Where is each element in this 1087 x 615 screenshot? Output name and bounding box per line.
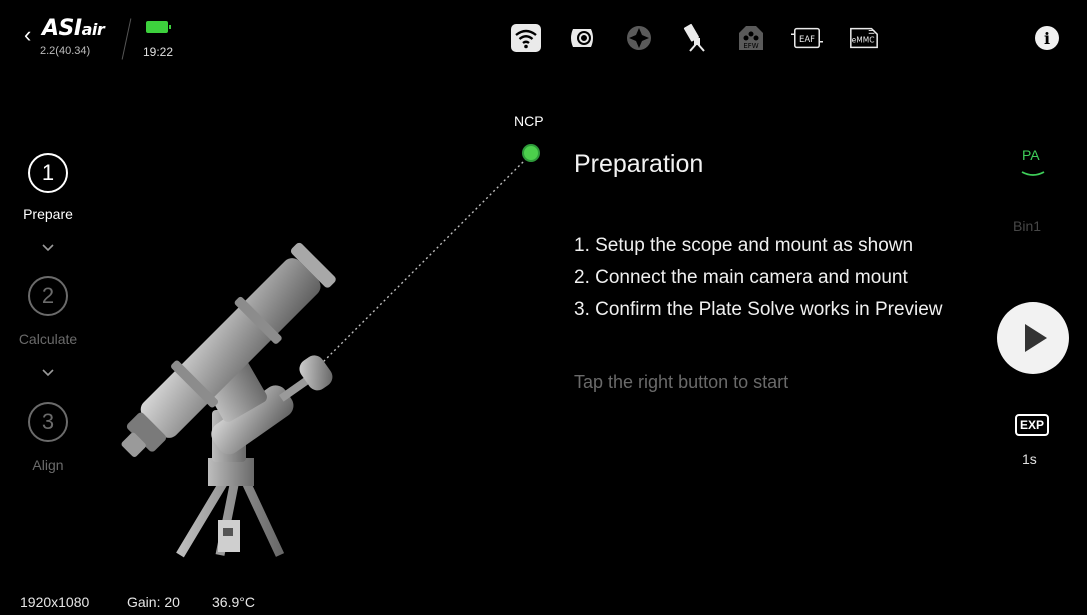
start-hint: Tap the right button to start [574,372,789,392]
exposure-value: 1s [1022,451,1037,467]
version-text: 2.2(40.34) [40,45,91,57]
guide-icon[interactable] [623,22,655,54]
svg-text:EFW: EFW [743,42,758,50]
main-camera-icon[interactable] [566,22,598,54]
instruction-item: 1. Setup the scope and mount as shown [574,235,914,256]
step-1-circle[interactable]: 1 [28,153,68,193]
filter-wheel-icon[interactable]: EFW [735,22,767,54]
mount-icon[interactable] [679,22,711,54]
svg-text:eMMC: eMMC [852,36,875,45]
divider [121,18,132,60]
start-button[interactable] [997,302,1069,374]
instruction-item: 2. Connect the main camera and mount [574,267,908,288]
play-icon [1025,324,1047,352]
page-title: Preparation [574,150,704,178]
ncp-label: NCP [514,113,544,129]
focuser-icon[interactable]: EAF [791,22,823,54]
mode-pa-tab[interactable]: PA [1022,147,1040,163]
instruction-list: 1. Setup the scope and mount as shown 2.… [574,230,996,326]
storage-icon[interactable]: eMMC [848,22,880,54]
step-2-circle[interactable]: 2 [28,276,68,316]
ncp-marker [522,144,540,162]
chevron-down-icon [42,244,54,252]
step-2-label: Calculate [18,331,78,347]
resolution-text: 1920x1080 [20,594,90,610]
step-3-circle[interactable]: 3 [28,402,68,442]
info-icon[interactable]: i [1031,22,1063,54]
wifi-icon[interactable] [510,22,542,54]
clock-text: 19:22 [143,45,174,59]
chevron-down-icon [42,369,54,377]
back-icon[interactable]: ‹ [24,24,38,48]
battery-icon [146,21,171,33]
step-1-label: Prepare [23,206,73,222]
gain-text: Gain: 20 [127,594,180,610]
app-logo: ASIair [42,16,105,41]
telescope-illustration [121,152,533,558]
active-indicator [1021,171,1045,176]
step-3-label: Align [32,457,64,473]
svg-text:EAF: EAF [799,34,815,44]
exposure-button[interactable]: EXP [1015,414,1049,436]
instruction-item: 3. Confirm the Plate Solve works in Prev… [574,299,943,320]
svg-text:i: i [1044,29,1050,48]
temperature-text: 36.9°C [212,594,255,610]
bin-setting[interactable]: Bin1 [1013,218,1041,234]
